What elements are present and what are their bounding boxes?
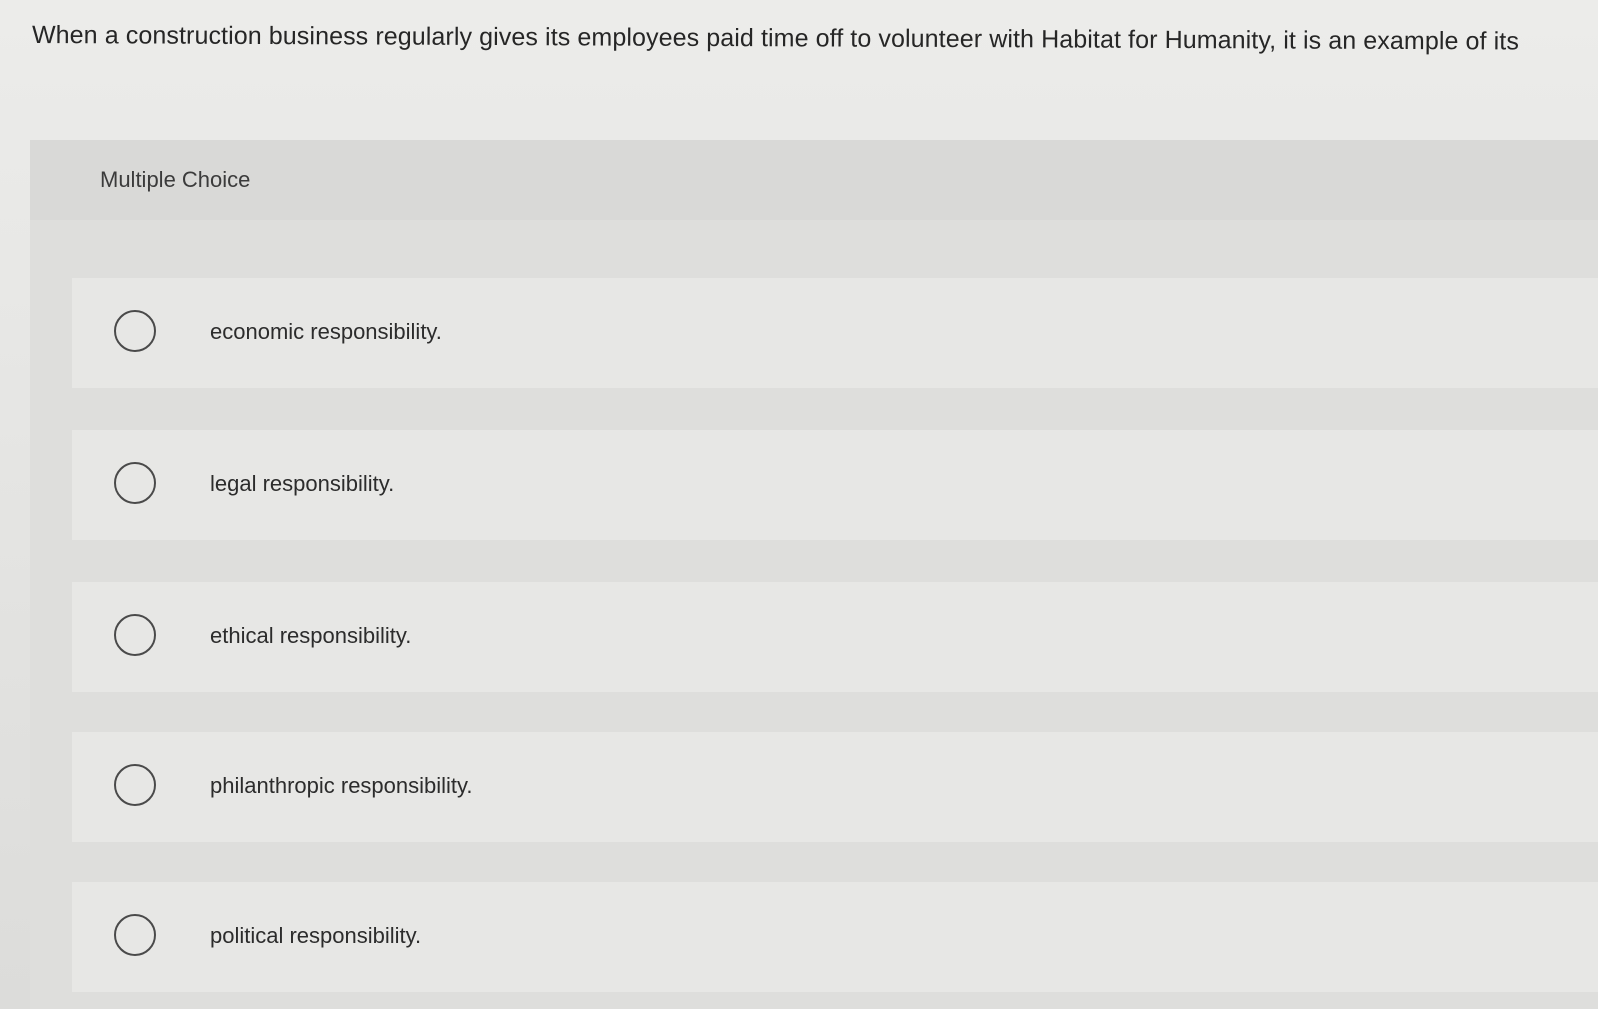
answer-option-economic[interactable]: economic responsibility.: [72, 278, 1598, 388]
answer-option-label: ethical responsibility.: [210, 623, 412, 648]
radio-button[interactable]: [114, 914, 156, 956]
multiple-choice-panel: Multiple Choice economic responsibility.…: [30, 140, 1598, 1009]
radio-button[interactable]: [114, 614, 156, 656]
answer-option-legal[interactable]: legal responsibility.: [72, 430, 1598, 540]
radio-button[interactable]: [114, 310, 156, 352]
multiple-choice-label: Multiple Choice: [100, 167, 251, 192]
answer-option-label: political responsibility.: [210, 923, 422, 948]
question-text: When a construction business regularly g…: [31, 21, 1520, 56]
radio-button[interactable]: [114, 764, 156, 806]
multiple-choice-header: Multiple Choice: [30, 140, 1598, 220]
answer-option-philanthropic[interactable]: philanthropic responsibility.: [72, 732, 1598, 842]
answer-option-label: legal responsibility.: [210, 471, 395, 496]
answer-option-ethical[interactable]: ethical responsibility.: [72, 582, 1598, 692]
answer-option-political[interactable]: political responsibility.: [72, 882, 1598, 992]
answer-option-label: economic responsibility.: [210, 319, 442, 344]
answer-option-label: philanthropic responsibility.: [210, 773, 473, 798]
radio-button[interactable]: [114, 462, 156, 504]
